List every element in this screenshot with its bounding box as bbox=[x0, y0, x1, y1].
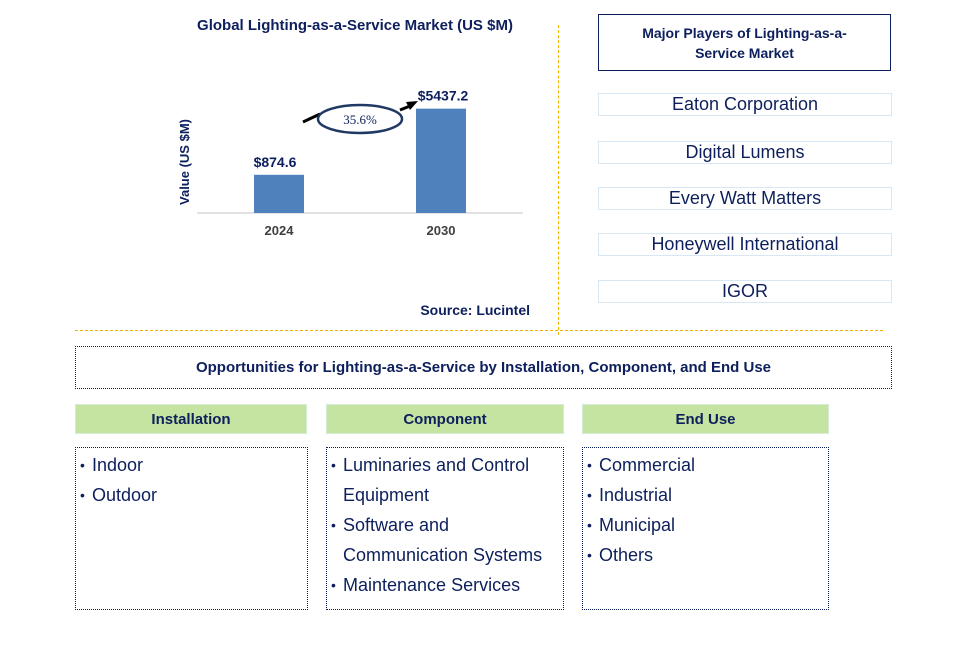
cagr-label: 35.6% bbox=[343, 112, 377, 127]
category-header-component: Component bbox=[326, 404, 564, 434]
cagr-annotation: 35.6% bbox=[302, 101, 418, 135]
player-item: Honeywell International bbox=[598, 233, 892, 256]
list-item: Software and Communication Systems bbox=[331, 510, 559, 570]
bar-2030 bbox=[416, 108, 466, 213]
bar-2024 bbox=[254, 174, 304, 213]
data-label: $874.6 bbox=[254, 154, 297, 170]
opportunities-title: Opportunities for Lighting-as-a-Service … bbox=[75, 346, 892, 389]
list-item: Luminaries and Control Equipment bbox=[331, 450, 559, 510]
player-item: Digital Lumens bbox=[598, 141, 892, 164]
end-use-list: Commercial Industrial Municipal Others bbox=[582, 447, 829, 610]
component-list: Luminaries and Control Equipment Softwar… bbox=[326, 447, 564, 610]
list-item: Others bbox=[587, 540, 824, 570]
source-label: Source: Lucintel bbox=[420, 302, 530, 318]
x-tick-label: 2024 bbox=[265, 223, 295, 238]
list-item: Indoor bbox=[80, 450, 303, 480]
category-header-installation: Installation bbox=[75, 404, 307, 434]
category-header-end-use: End Use bbox=[582, 404, 829, 434]
chart-title: Global Lighting-as-a-Service Market (US … bbox=[197, 17, 513, 34]
list-item: Municipal bbox=[587, 510, 824, 540]
player-item: Eaton Corporation bbox=[598, 93, 892, 116]
players-title: Major Players of Lighting-as-a-Service M… bbox=[598, 14, 891, 71]
vertical-divider bbox=[558, 25, 559, 335]
y-axis-label: Value (US $M) bbox=[177, 119, 192, 205]
bar-chart: Value (US $M) $874.6 2024 $5437.2 2030 35.6… bbox=[177, 88, 523, 238]
player-item: Every Watt Matters bbox=[598, 187, 892, 210]
horizontal-divider bbox=[75, 330, 883, 331]
list-item: Industrial bbox=[587, 480, 824, 510]
data-label: $5437.2 bbox=[418, 88, 469, 104]
installation-list: Indoor Outdoor bbox=[75, 447, 308, 610]
player-item: IGOR bbox=[598, 280, 892, 303]
list-item: Maintenance Services bbox=[331, 570, 559, 600]
list-item: Commercial bbox=[587, 450, 824, 480]
list-item: Outdoor bbox=[80, 480, 303, 510]
x-tick-label: 2030 bbox=[427, 223, 456, 238]
